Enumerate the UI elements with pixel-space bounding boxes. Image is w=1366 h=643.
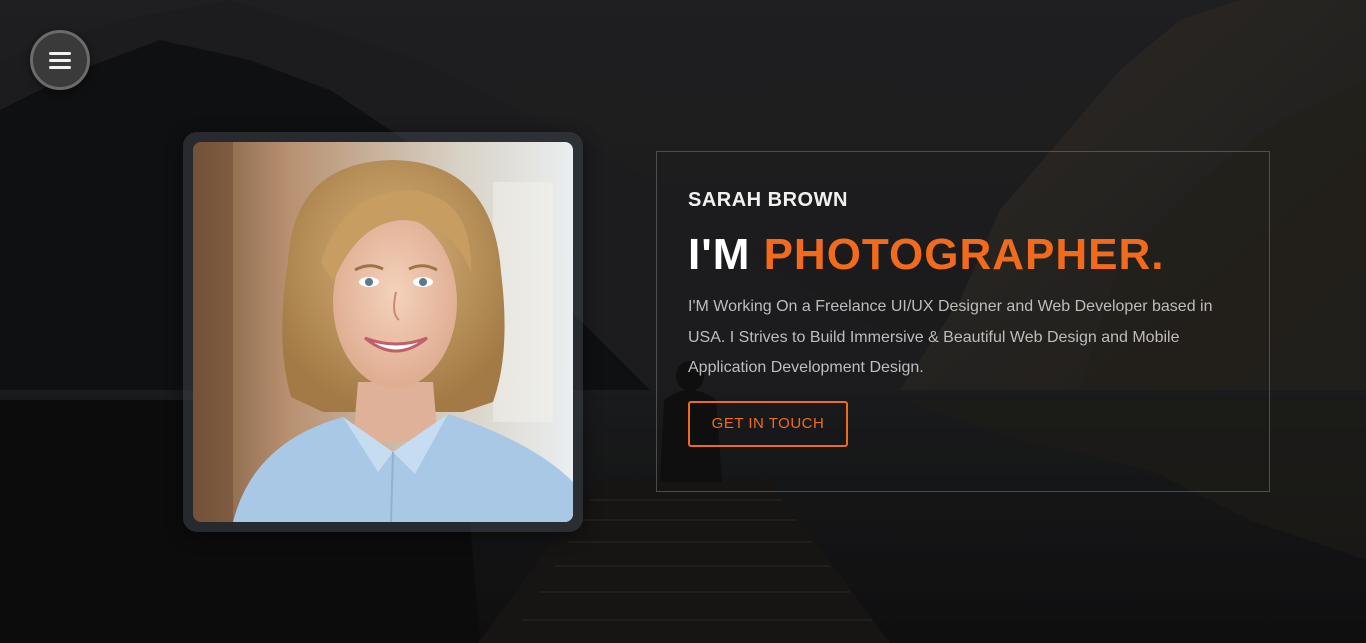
profile-photo xyxy=(193,142,573,522)
hamburger-menu-icon xyxy=(49,51,71,55)
hamburger-menu-icon xyxy=(49,58,71,62)
person-name: SARAH BROWN xyxy=(688,189,848,211)
intro-card: SARAH BROWN I'M PHOTOGRAPHER. I'M Workin… xyxy=(656,151,1270,492)
profile-photo-frame xyxy=(183,132,583,532)
headline-accent: PHOTOGRAPHER. xyxy=(763,230,1165,279)
headline-lead: I'M xyxy=(688,230,751,279)
hamburger-menu-icon xyxy=(49,65,71,69)
hamburger-menu-button[interactable] xyxy=(30,30,90,90)
bio-text: I'M Working On a Freelance UI/UX Designe… xyxy=(688,298,1213,376)
get-in-touch-button[interactable]: GET IN TOUCH xyxy=(688,400,848,447)
hero-section: SARAH BROWN I'M PHOTOGRAPHER. I'M Workin… xyxy=(0,0,1366,643)
headline: I'M PHOTOGRAPHER. xyxy=(688,228,1238,282)
